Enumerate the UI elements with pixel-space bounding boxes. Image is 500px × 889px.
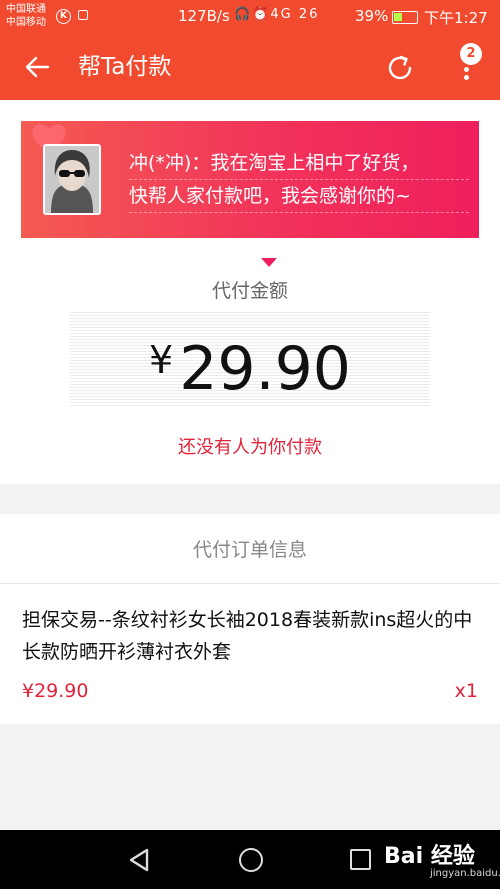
nav-recent-apps-icon[interactable] [350,849,371,870]
network-speed: 127B/s [178,7,230,25]
battery-percent: 39% [355,7,389,25]
nav-home-icon[interactable] [239,848,263,872]
signal-icons: 🎧⏰4G 26 [234,7,319,22]
payment-request-card: 冲(*冲)：我在淘宝上相中了好货， 快帮人家付款吧，我会感谢你的~ 代付金额 ¥… [0,100,500,484]
k-app-icon: K [56,9,71,24]
baidu-jingyan-logo: Bai 经验 [384,844,475,869]
order-item-title[interactable]: 担保交易--条纹衬衫女长袖2018春装新款ins超火的中长款防晒开衫薄衬衣外套 [22,604,488,668]
message-line-2: 快帮人家付款吧，我会感谢你的~ [129,180,469,213]
refresh-icon[interactable] [385,53,415,83]
app-bar: 帮Ta付款 2 [0,34,500,100]
notification-badge: 2 [460,43,482,65]
order-info-header: 代付订单信息 [0,514,500,584]
amount-number: 29.90 [179,334,351,404]
headphones-icon: 🎧 [234,7,253,22]
app-notification-icon [78,10,88,20]
amount-label: 代付金额 [211,280,288,302]
clock: 下午1:27 [424,9,488,27]
avatar-portrait [45,146,99,213]
system-nav-bar: Bai 经验 jingyan.baidu.com [0,830,500,889]
message-banner: 冲(*冲)：我在淘宝上相中了好货， 快帮人家付款吧，我会感谢你的~ [21,121,479,267]
carrier-info: 中国联通 中国移动 [6,3,46,29]
watermark-site: jingyan.baidu.com [430,868,500,879]
back-arrow-icon[interactable] [24,54,50,80]
order-item-price: ¥29.90 [22,680,89,702]
battery-icon [392,11,418,24]
status-bar: 中国联通 中国移动 K 127B/s 🎧⏰4G 26 39% 下午1:27 [0,0,500,34]
order-info-section: 代付订单信息 担保交易--条纹衬衫女长袖2018春装新款ins超火的中长款防晒开… [0,514,500,724]
carrier-1: 中国联通 [6,4,46,15]
battery-fill [394,13,402,21]
order-item-quantity: x1 [454,680,478,702]
amount-box: ¥29.90 [70,312,430,406]
amount-value: ¥29.90 [70,320,430,409]
signal-strength-icon: 4G 26 [270,7,320,22]
avatar [43,144,101,215]
banner-pointer [261,258,277,267]
currency-symbol: ¥ [149,338,174,382]
request-message: 冲(*冲)：我在淘宝上相中了好货， 快帮人家付款吧，我会感谢你的~ [129,147,469,213]
payment-status: 还没有人为你付款 [178,437,322,458]
more-dot-1 [464,67,469,72]
message-line-1: 冲(*冲)：我在淘宝上相中了好货， [129,147,469,180]
page-title: 帮Ta付款 [78,54,172,80]
alarm-icon: ⏰ [252,7,271,22]
nav-back-icon[interactable] [128,848,150,872]
carrier-2: 中国移动 [6,17,46,28]
more-dot-2 [464,75,469,80]
